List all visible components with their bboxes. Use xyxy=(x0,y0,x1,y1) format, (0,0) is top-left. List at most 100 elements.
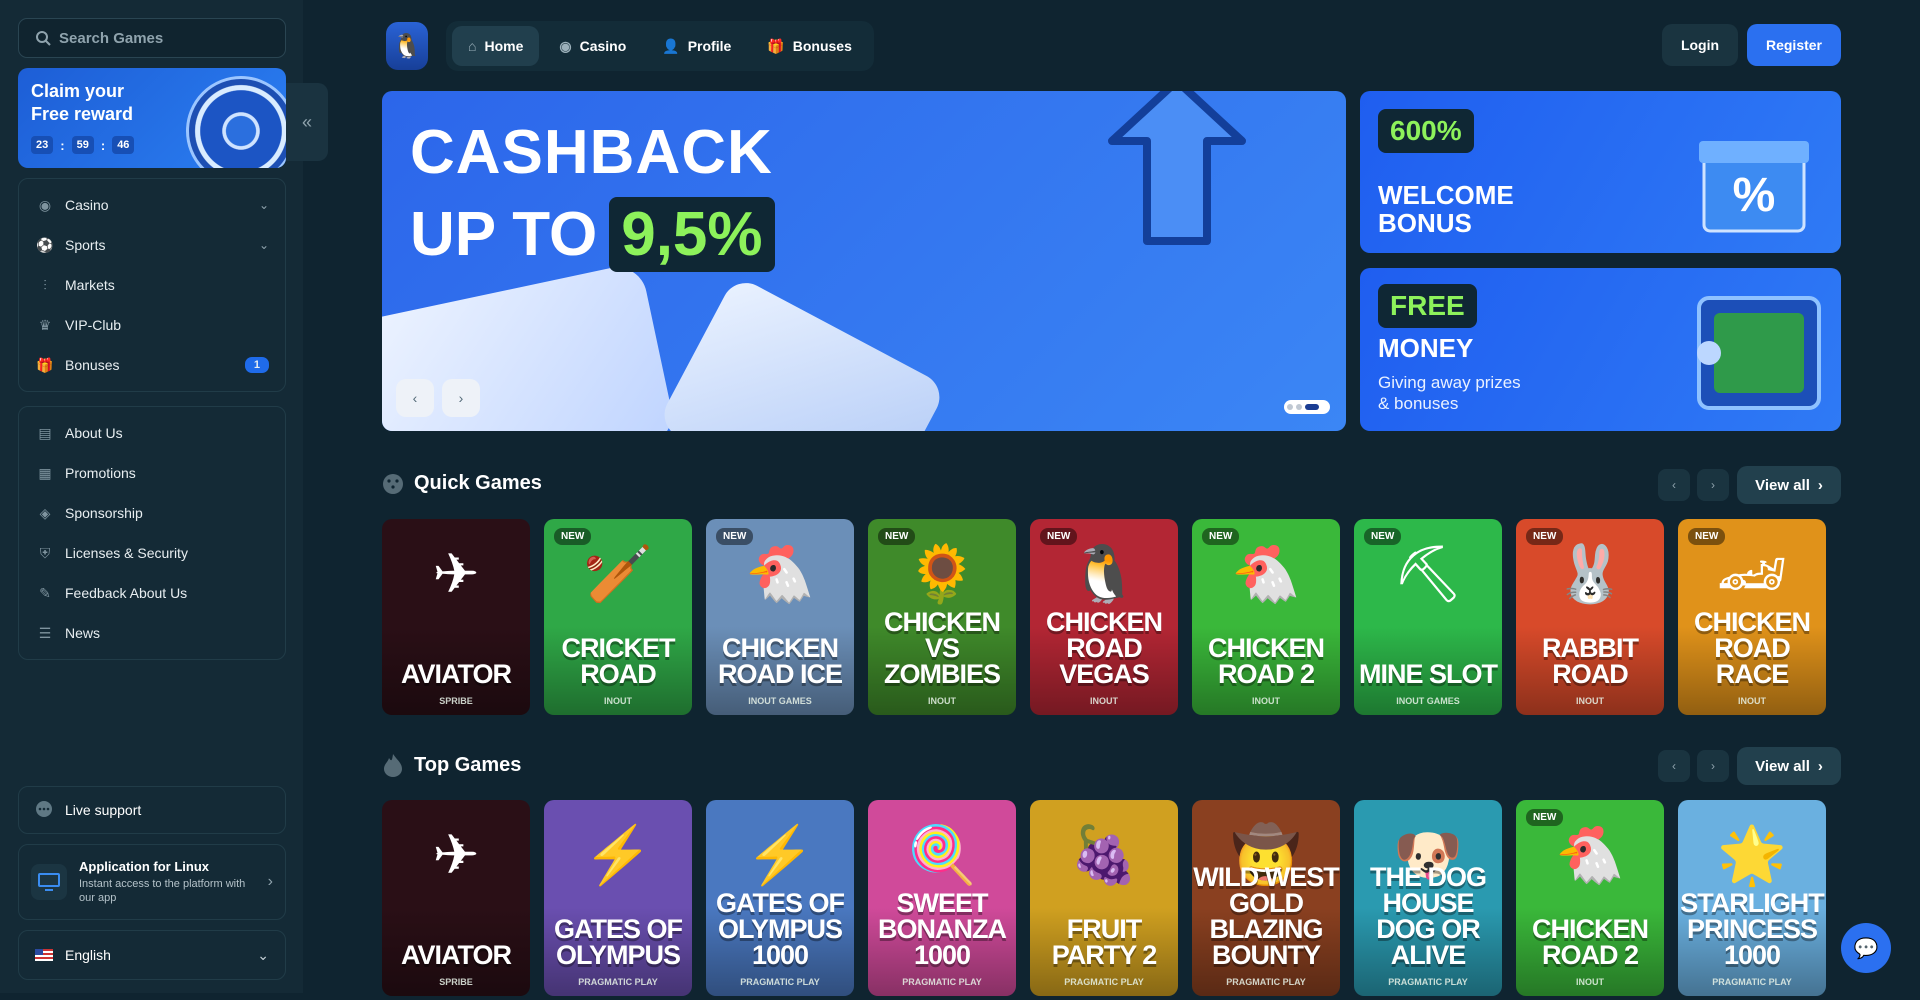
live-support-button[interactable]: Live support xyxy=(18,786,286,834)
sidebar-item-label: Feedback About Us xyxy=(65,585,188,601)
sponsorship-icon: ◈ xyxy=(39,504,51,521)
search-input[interactable] xyxy=(59,29,279,47)
search-box[interactable] xyxy=(18,18,286,58)
sidebar-item-about-us[interactable]: ▤ About Us xyxy=(19,413,285,453)
quick-games-next-button[interactable]: › xyxy=(1697,469,1729,501)
game-art-icon: 🐔 xyxy=(1555,823,1625,886)
collapse-sidebar-button[interactable]: « xyxy=(286,83,328,161)
hero-next-button[interactable]: › xyxy=(442,379,480,417)
game-title: AVIATOR xyxy=(400,940,512,970)
gift-icon: 🎁 xyxy=(36,356,54,373)
game-provider: INOUT xyxy=(1252,696,1280,706)
game-provider: INOUT xyxy=(1738,696,1766,706)
game-card[interactable]: 🍇 FRUIT PARTY 2 PRAGMATIC PLAY xyxy=(1030,800,1178,996)
game-card[interactable]: 🐔 NEW CHICKEN ROAD 2 INOUT xyxy=(1516,800,1664,996)
game-card[interactable]: 🐔 NEW CHICKEN ROAD 2 INOUT xyxy=(1192,519,1340,715)
game-card[interactable]: 🏎 NEW CHICKEN ROAD RACE INOUT xyxy=(1678,519,1826,715)
quick-games-prev-button[interactable]: ‹ xyxy=(1658,469,1690,501)
top-games-prev-button[interactable]: ‹ xyxy=(1658,750,1690,782)
game-card[interactable]: 🐶 THE DOG HOUSE DOG OR ALIVE PRAGMATIC PLA… xyxy=(1354,800,1502,996)
login-button[interactable]: Login xyxy=(1662,24,1738,66)
topnav-bonuses[interactable]: 🎁 Bonuses xyxy=(751,26,868,66)
game-provider: SPRIBE xyxy=(439,696,473,706)
chevron-right-icon: › xyxy=(458,390,464,406)
sidebar-item-news[interactable]: ☰ News xyxy=(19,613,285,653)
sidebar-item-casino[interactable]: ◉ Casino ⌄ xyxy=(19,185,285,225)
topnav-profile[interactable]: 👤 Profile xyxy=(646,26,747,66)
game-provider: INOUT xyxy=(928,696,956,706)
free-money-banner[interactable]: FREE MONEY Giving away prizes & bonuses xyxy=(1360,268,1841,431)
game-card[interactable]: ✈ AVIATOR SPRIBE xyxy=(382,519,530,715)
game-provider: SPRIBE xyxy=(439,977,473,987)
sidebar-item-sponsorship[interactable]: ◈ Sponsorship xyxy=(19,493,285,533)
chevron-right-icon: › xyxy=(267,873,273,890)
topnav-home[interactable]: ⌂ Home xyxy=(452,26,540,66)
sidebar-item-licenses-security[interactable]: ⛨ Licenses & Security xyxy=(19,533,285,573)
carousel-dot[interactable] xyxy=(1296,404,1302,410)
sidebar-item-label: About Us xyxy=(65,425,123,441)
game-card[interactable]: ⛏ NEW MINE SLOT INOUT GAMES xyxy=(1354,519,1502,715)
free-reward-promo[interactable]: Claim your Free reward 23 : 59 : 46 xyxy=(18,68,286,168)
top-games-next-button[interactable]: › xyxy=(1697,750,1729,782)
linux-app-banner[interactable]: Application for Linux Instant access to … xyxy=(18,844,286,920)
game-card[interactable]: ✈ AVIATOR SPRIBE xyxy=(382,800,530,996)
game-provider: PRAGMATIC PLAY xyxy=(1226,977,1306,987)
double-chevron-left-icon: « xyxy=(301,111,312,132)
count-badge: 1 xyxy=(244,357,269,373)
cashback-hero-banner[interactable]: CASHBACK UP TO 9,5% ‹ › xyxy=(382,91,1346,431)
game-art-icon: 🏏 xyxy=(583,542,653,605)
sidebar-item-promotions[interactable]: ▦ Promotions xyxy=(19,453,285,493)
game-card[interactable]: 🐔 NEW CHICKEN ROAD ICE INOUT GAMES xyxy=(706,519,854,715)
sidebar-item-markets[interactable]: ⫶ Markets xyxy=(19,265,285,305)
news-icon: ☰ xyxy=(38,624,52,641)
game-card[interactable]: 🌟 STARLIGHT PRINCESS 1000 PRAGMATIC PLAY xyxy=(1678,800,1826,996)
sidebar-item-vip-club[interactable]: ♛ VIP-Club xyxy=(19,305,285,345)
game-title: GATES OF OLYMPUS 1000 xyxy=(715,888,845,970)
chevron-down-icon: ⌄ xyxy=(257,946,269,963)
chevron-down-icon: ⌄ xyxy=(258,238,269,252)
sidebar-item-sports[interactable]: ⚽ Sports ⌄ xyxy=(19,225,285,265)
carousel-dot[interactable] xyxy=(1287,404,1293,410)
top-games-view-all[interactable]: View all › xyxy=(1737,747,1841,785)
game-card[interactable]: 🤠 WILD WEST GOLD BLAZING BOUNTY PRAGMATIC … xyxy=(1192,800,1340,996)
dice-icon xyxy=(383,473,403,494)
timer-hours: 23 xyxy=(31,136,54,154)
game-card[interactable]: 🐰 NEW RABBIT ROAD INOUT xyxy=(1516,519,1664,715)
game-card[interactable]: 🍭 SWEET BONANZA 1000 PRAGMATIC PLAY xyxy=(868,800,1016,996)
sidebar-item-feedback-about-us[interactable]: ✎ Feedback About Us xyxy=(19,573,285,613)
chevron-right-icon: › xyxy=(1817,757,1823,775)
hero-line2: UP TO 9,5% xyxy=(410,197,775,272)
game-provider: INOUT xyxy=(1090,696,1118,706)
language-selector[interactable]: English ⌄ xyxy=(18,930,286,980)
crown-icon: ♛ xyxy=(38,316,52,333)
game-card[interactable]: ⚡ GATES OF OLYMPUS PRAGMATIC PLAY xyxy=(544,800,692,996)
carousel-dots[interactable] xyxy=(1284,400,1330,414)
welcome-pill: 600% xyxy=(1378,109,1474,153)
welcome-title: WELCOME BONUS xyxy=(1378,180,1514,238)
hero-prev-button[interactable]: ‹ xyxy=(396,379,434,417)
carousel-dot-active[interactable] xyxy=(1305,404,1319,410)
game-art-icon: 🌟 xyxy=(1717,823,1787,886)
sidebar-item-bonuses[interactable]: 🎁 Bonuses 1 xyxy=(19,345,285,385)
topnav-label: Home xyxy=(484,38,524,54)
chat-launcher-button[interactable]: 💬 xyxy=(1841,923,1891,973)
dice-image xyxy=(656,274,948,431)
bonuses-icon: 🎁 xyxy=(767,37,785,54)
welcome-bonus-banner[interactable]: 600% WELCOME BONUS % xyxy=(1360,91,1841,253)
game-art-icon: ⚡ xyxy=(583,823,653,886)
free-subtitle: Giving away prizes & bonuses xyxy=(1378,373,1521,413)
game-card[interactable]: 🏏 NEW CRICKET ROAD INOUT xyxy=(544,519,692,715)
us-flag-icon xyxy=(35,949,53,961)
topnav-label: Casino xyxy=(579,38,627,54)
register-button[interactable]: Register xyxy=(1747,24,1841,66)
quick-games-view-all[interactable]: View all › xyxy=(1737,466,1841,504)
game-card[interactable]: ⚡ GATES OF OLYMPUS 1000 PRAGMATIC PLAY xyxy=(706,800,854,996)
game-title: CHICKEN ROAD 2 xyxy=(1531,914,1649,970)
game-card[interactable]: 🌻 NEW CHICKEN VS ZOMBIES INOUT xyxy=(868,519,1016,715)
app-subtitle: Instant access to the platform with our … xyxy=(79,878,246,904)
game-title: MINE SLOT xyxy=(1359,659,1498,689)
game-provider: INOUT GAMES xyxy=(1396,696,1460,706)
site-logo[interactable]: 🐧 xyxy=(386,22,428,70)
game-card[interactable]: 🐧 NEW CHICKEN ROAD VEGAS INOUT xyxy=(1030,519,1178,715)
topnav-casino[interactable]: ◉ Casino xyxy=(543,26,642,66)
